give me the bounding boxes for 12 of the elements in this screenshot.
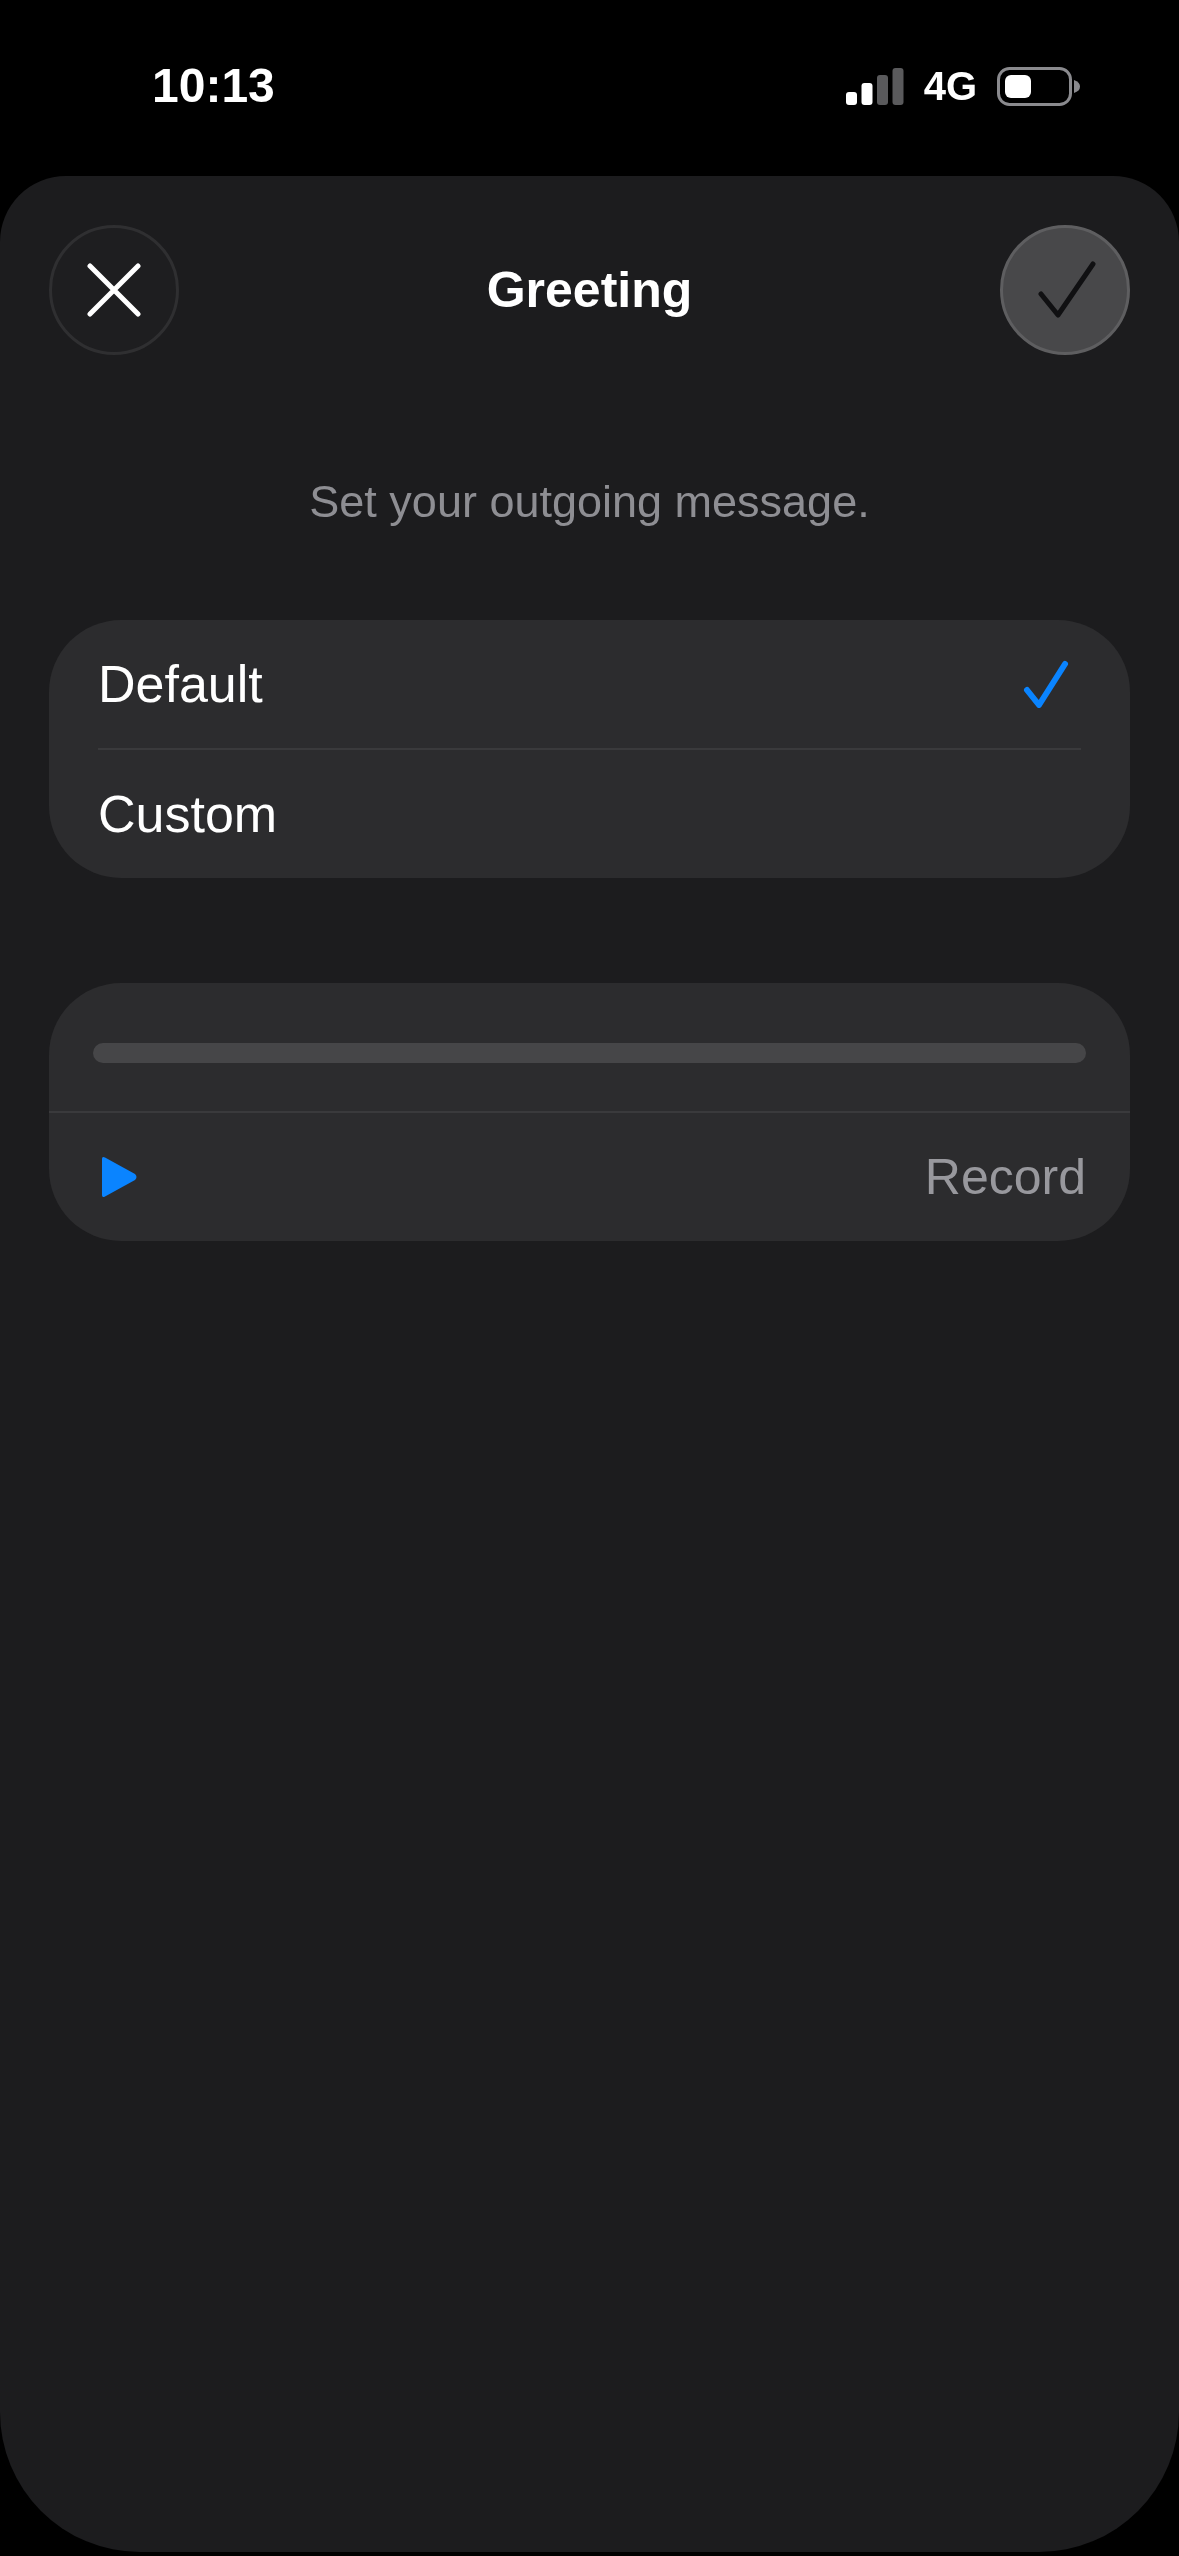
sheet-title: Greeting xyxy=(485,261,694,319)
close-icon xyxy=(87,263,141,317)
option-row[interactable]: Custom xyxy=(98,750,1081,878)
status-time: 10:13 xyxy=(152,62,275,110)
subtitle-text: Set your outgoing message. xyxy=(308,475,871,529)
progress-track[interactable] xyxy=(93,1043,1086,1063)
battery-icon xyxy=(997,66,1080,106)
record-button[interactable]: Record xyxy=(924,1148,1086,1206)
option-row[interactable]: Default xyxy=(98,620,1081,748)
checkmark-icon xyxy=(1038,261,1096,319)
network-label: 4G xyxy=(923,66,977,106)
signal-icon xyxy=(845,67,904,105)
